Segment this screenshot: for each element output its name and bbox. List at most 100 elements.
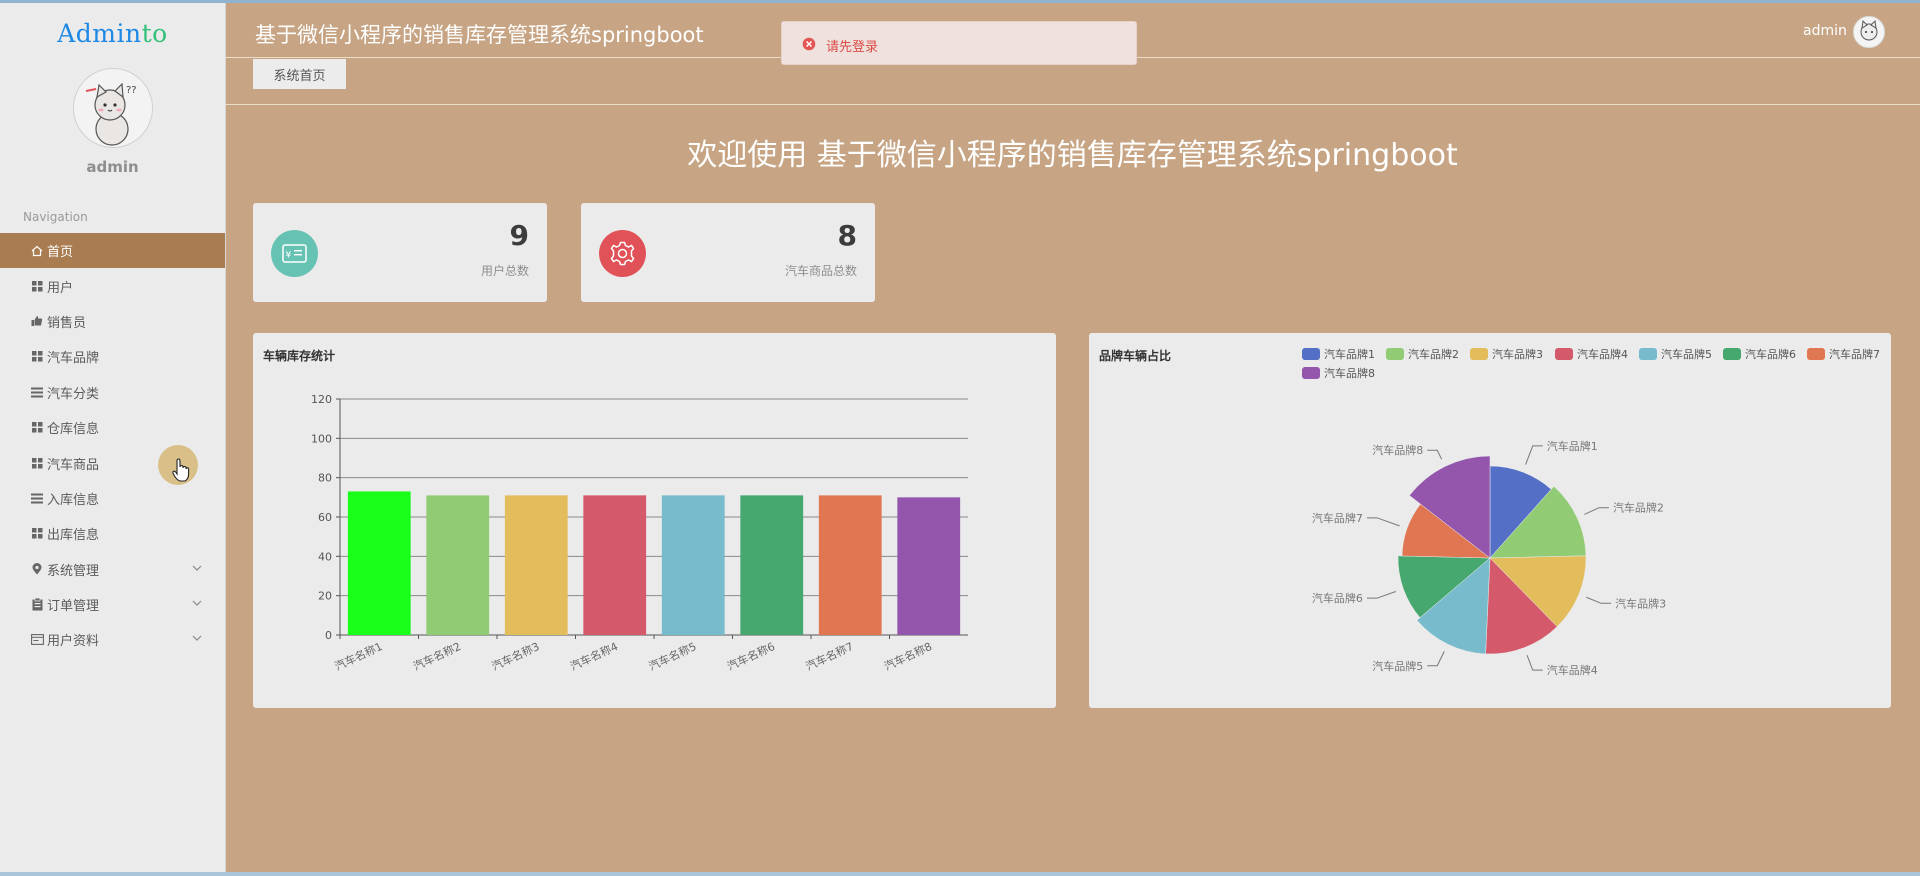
stat-value: 9: [509, 219, 529, 252]
y-tick-label: 20: [318, 590, 332, 603]
legend-label: 汽车品牌1: [1324, 347, 1375, 361]
x-tick-label: 汽车名称4: [568, 639, 620, 673]
list-icon: [30, 491, 44, 505]
user-avatar[interactable]: [1853, 16, 1885, 48]
chevron-down-icon[interactable]: [191, 597, 203, 609]
y-tick-label: 80: [318, 472, 332, 485]
x-tick-label: 汽车名称2: [411, 639, 463, 673]
tab-divider: [225, 104, 1920, 105]
sidebar-username: admin: [86, 158, 139, 176]
bar: [818, 495, 882, 635]
legend-label: 汽车品牌6: [1745, 347, 1796, 361]
bar: [897, 497, 961, 635]
bar: [347, 491, 411, 635]
legend-swatch: [1639, 348, 1657, 360]
legend-label: 汽车品牌4: [1577, 347, 1628, 361]
bar: [504, 495, 568, 635]
x-tick-label: 汽车名称8: [882, 639, 934, 673]
pie-label-line: [1427, 449, 1443, 460]
toast-message: 请先登录: [826, 40, 879, 55]
sidebar-menu: 首页 用户 销售员 汽车品牌 汽车分类 仓库信息 汽车商品 入库信息 出库信息 …: [0, 233, 225, 658]
svg-text:??: ??: [126, 85, 137, 96]
welcome-heading: 欢迎使用 基于微信小程序的销售库存管理系统springboot: [687, 138, 1458, 173]
sidebar-item-label: 入库信息: [47, 492, 100, 508]
x-tick-label: 汽车名称7: [803, 639, 855, 673]
error-toast: 请先登录: [781, 21, 1137, 65]
pie-label: 汽车品牌7: [1312, 511, 1363, 525]
stat-card-users: ¥ 9 用户总数: [253, 203, 547, 302]
grid-icon: [30, 421, 44, 435]
pie-label: 汽车品牌1: [1547, 439, 1598, 453]
chevron-down-icon[interactable]: [191, 632, 203, 644]
legend-swatch: [1807, 348, 1825, 360]
sidebar-item-label: 汽车品牌: [47, 351, 100, 367]
chevron-down-icon[interactable]: [191, 562, 203, 574]
pie-label-line: [1586, 596, 1612, 604]
sidebar-item-car-brand[interactable]: 汽车品牌: [0, 339, 225, 374]
pie-label-line: [1427, 651, 1445, 667]
x-tick-label: 汽车名称1: [332, 639, 384, 673]
pie-label: 汽车品牌3: [1615, 596, 1666, 610]
nav-section-title: Navigation: [23, 210, 88, 224]
y-tick-label: 120: [311, 393, 332, 406]
pie-label: 汽车品牌5: [1372, 659, 1423, 673]
inventory-chart-panel: 车辆库存统计 0 20 40 60 80 100 120 汽车名称1 汽车名称2 汽车名称3 汽车名…: [253, 333, 1056, 708]
legend-swatch: [1470, 348, 1488, 360]
hand-cursor-icon: [172, 458, 190, 482]
legend-label: 汽车品牌8: [1324, 366, 1375, 380]
stat-label: 汽车商品总数: [784, 264, 857, 278]
window-bottom-border: [0, 872, 1920, 876]
sidebar-item-salesperson[interactable]: 销售员: [0, 304, 225, 339]
sidebar-item-label: 汽车分类: [47, 386, 100, 402]
bar: [740, 495, 804, 635]
pie-label: 汽车品牌2: [1613, 501, 1664, 515]
bar: [426, 495, 490, 635]
sidebar-item-users[interactable]: 用户: [0, 268, 225, 303]
sidebar-item-label: 仓库信息: [47, 422, 100, 438]
logo-text-main: Admin: [57, 19, 142, 48]
sidebar-item-label: 系统管理: [47, 563, 100, 579]
sidebar-item-label: 销售员: [47, 315, 87, 331]
id-card-icon: [30, 633, 44, 647]
home-icon: [30, 244, 44, 258]
svg-text:¥: ¥: [286, 251, 292, 261]
pie-label: 汽车品牌6: [1312, 591, 1363, 605]
error-circle-icon: [802, 36, 816, 51]
sidebar-item-warehouse[interactable]: 仓库信息: [0, 410, 225, 445]
bar-chart: 0 20 40 60 80 100 120 汽车名称1 汽车名称2 汽车名称3 汽车名称4 汽车名称5…: [311, 393, 968, 673]
window-top-border: [0, 0, 1920, 3]
brand-share-panel: 品牌车辆占比 汽车品牌1 汽车品牌2 汽车品牌3 汽车品牌4 汽车品牌5 汽车品牌6 汽车品…: [1089, 333, 1891, 708]
y-tick-label: 60: [318, 511, 332, 524]
legend-label: 汽车品牌7: [1829, 347, 1880, 361]
sidebar-item-car-category[interactable]: 汽车分类: [0, 375, 225, 410]
sidebar: Adminto ?? admin Navigation 首页 用户 销售员 汽车…: [0, 3, 226, 872]
legend-swatch: [1723, 348, 1741, 360]
sidebar-item-label: 订单管理: [47, 599, 100, 615]
sidebar-item-system-management[interactable]: 系统管理: [0, 552, 225, 587]
bar: [661, 495, 725, 635]
legend-label: 汽车品牌3: [1492, 347, 1543, 361]
pie-label-line: [1525, 445, 1543, 465]
stat-value: 8: [837, 219, 857, 252]
header-username[interactable]: admin: [1803, 23, 1847, 39]
legend-swatch: [1555, 348, 1573, 360]
app-logo[interactable]: Adminto: [0, 19, 225, 48]
sidebar-item-stock-in[interactable]: 入库信息: [0, 481, 225, 516]
thumbs-up-icon: [30, 314, 44, 328]
x-tick-label: 汽车名称3: [489, 639, 541, 673]
sidebar-item-order-management[interactable]: 订单管理: [0, 587, 225, 622]
app-title: 基于微信小程序的销售库存管理系统springboot: [255, 23, 704, 47]
x-tick-label: 汽车名称5: [646, 639, 698, 673]
location-pin-icon: [30, 562, 44, 576]
tab-system-home[interactable]: 系统首页: [253, 59, 346, 89]
sidebar-item-home[interactable]: 首页: [0, 233, 225, 269]
stat-label: 用户总数: [480, 264, 529, 278]
sidebar-item-label: 用户: [47, 280, 74, 296]
pie-label-line: [1584, 507, 1609, 515]
y-tick-label: 100: [311, 432, 332, 445]
pie-label: 汽车品牌4: [1547, 663, 1598, 677]
sidebar-item-stock-out[interactable]: 出库信息: [0, 516, 225, 551]
legend-swatch: [1302, 367, 1320, 379]
logo-text-accent: to: [141, 19, 168, 48]
sidebar-item-user-profile[interactable]: 用户资料: [0, 622, 225, 657]
